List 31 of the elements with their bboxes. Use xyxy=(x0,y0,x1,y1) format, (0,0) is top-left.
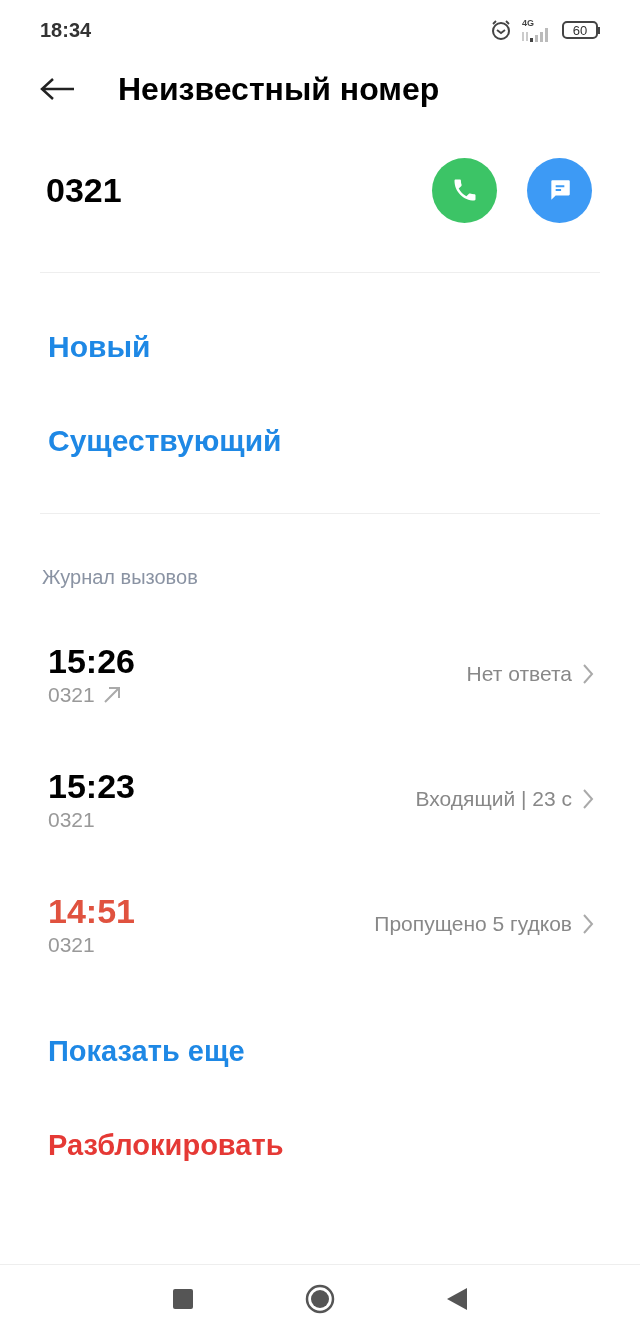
unblock-link[interactable]: Разблокировать xyxy=(48,1124,284,1168)
status-time: 18:34 xyxy=(40,18,92,43)
call-status: Нет ответа xyxy=(466,660,572,687)
battery-level: 60 xyxy=(572,23,588,37)
call-time: 15:26 xyxy=(48,640,135,681)
add-contact-option[interactable]: Новый xyxy=(48,323,151,369)
back-arrow-icon[interactable] xyxy=(40,77,76,101)
add-contact-option[interactable]: Существующий xyxy=(48,417,282,463)
call-number: 0321 xyxy=(48,806,95,833)
page-title: Неизвестный номер xyxy=(118,70,440,109)
recents-icon[interactable] xyxy=(173,1288,193,1309)
call-status: Пропущено 5 гудков xyxy=(374,910,572,937)
call-time: 15:23 xyxy=(48,765,135,806)
call-log-row[interactable]: 15:26 0321 Нет ответа xyxy=(0,612,640,737)
chevron-right-icon xyxy=(582,912,594,935)
outgoing-arrow-icon xyxy=(102,685,121,704)
back-icon[interactable] xyxy=(447,1287,467,1310)
phone-number: 0321 xyxy=(46,169,122,211)
call-number: 0321 xyxy=(48,681,95,708)
network-label: 4G xyxy=(522,18,534,28)
section-title: Журнал вызовов xyxy=(42,566,198,588)
home-icon[interactable] xyxy=(305,1283,335,1314)
call-number: 0321 xyxy=(48,931,95,958)
call-status: Входящий | 23 с xyxy=(415,785,572,812)
call-log-row[interactable]: 15:23 0321 Входящий | 23 с xyxy=(0,737,640,862)
call-log-row[interactable]: 14:51 0321 Пропущено 5 гудков xyxy=(0,862,640,987)
chevron-right-icon xyxy=(582,787,594,810)
chevron-right-icon xyxy=(582,662,594,685)
show-more-link[interactable]: Показать еще xyxy=(48,1030,245,1074)
call-time: 14:51 xyxy=(48,890,135,931)
alarm-icon xyxy=(490,19,512,41)
